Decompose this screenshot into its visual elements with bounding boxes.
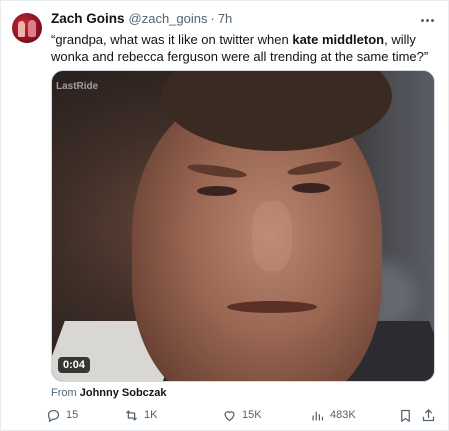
attribution-name[interactable]: Johnny Sobczak <box>80 387 167 399</box>
bookmark-button[interactable] <box>398 405 418 425</box>
avatar[interactable] <box>12 13 42 43</box>
tweet-text-part: “grandpa, what was it like on twitter wh… <box>51 32 293 47</box>
repost-icon <box>126 409 137 421</box>
timestamp[interactable]: 7h <box>218 11 232 26</box>
video-watermark: LastRide <box>56 81 99 92</box>
video-duration-badge: 0:04 <box>58 357 91 373</box>
separator-dot: · <box>210 11 215 26</box>
reply-icon <box>47 409 60 422</box>
attribution-prefix: From <box>51 387 80 399</box>
like-count: 15K <box>242 409 262 421</box>
more-horizontal-icon <box>430 18 434 22</box>
video-eye <box>197 186 237 196</box>
handle[interactable]: @zach_goins <box>129 11 208 26</box>
attribution: From Johnny Sobczak <box>51 387 167 399</box>
reply-count: 15 <box>66 409 79 421</box>
more-horizontal-icon <box>420 18 424 22</box>
more-options-button[interactable] <box>418 11 436 29</box>
repost-button[interactable]: 1K <box>124 405 157 425</box>
views-count: 483K <box>330 409 356 421</box>
tweet-text-bold: kate middleton <box>292 32 385 47</box>
video-nose <box>252 201 292 271</box>
share-button[interactable] <box>421 405 441 425</box>
tweet-text: “grandpa, what was it like on twitter wh… <box>51 31 439 65</box>
views-icon <box>312 411 324 420</box>
tweet-header: Zach Goins @zach_goins · 7h <box>51 11 232 29</box>
display-name[interactable]: Zach Goins <box>51 11 125 26</box>
bookmark-icon <box>401 409 410 422</box>
more-horizontal-icon <box>425 18 429 22</box>
views-button[interactable]: 483K <box>310 405 356 425</box>
like-button[interactable]: 15K <box>222 405 262 425</box>
heart-icon <box>224 410 235 421</box>
share-icon <box>422 408 435 421</box>
video-eye <box>292 183 330 193</box>
video-mouth <box>227 301 317 313</box>
reply-button[interactable]: 15 <box>46 405 78 425</box>
avatar-figure <box>18 21 25 37</box>
repost-count: 1K <box>144 409 158 421</box>
action-bar: 15 1K 15K 483K <box>46 405 438 425</box>
avatar-figure <box>28 20 36 37</box>
video-player[interactable]: LastRide 0:04 <box>51 70 435 382</box>
tweet-card[interactable]: Zach Goins @zach_goins · 7h “grandpa, wh… <box>0 0 449 431</box>
